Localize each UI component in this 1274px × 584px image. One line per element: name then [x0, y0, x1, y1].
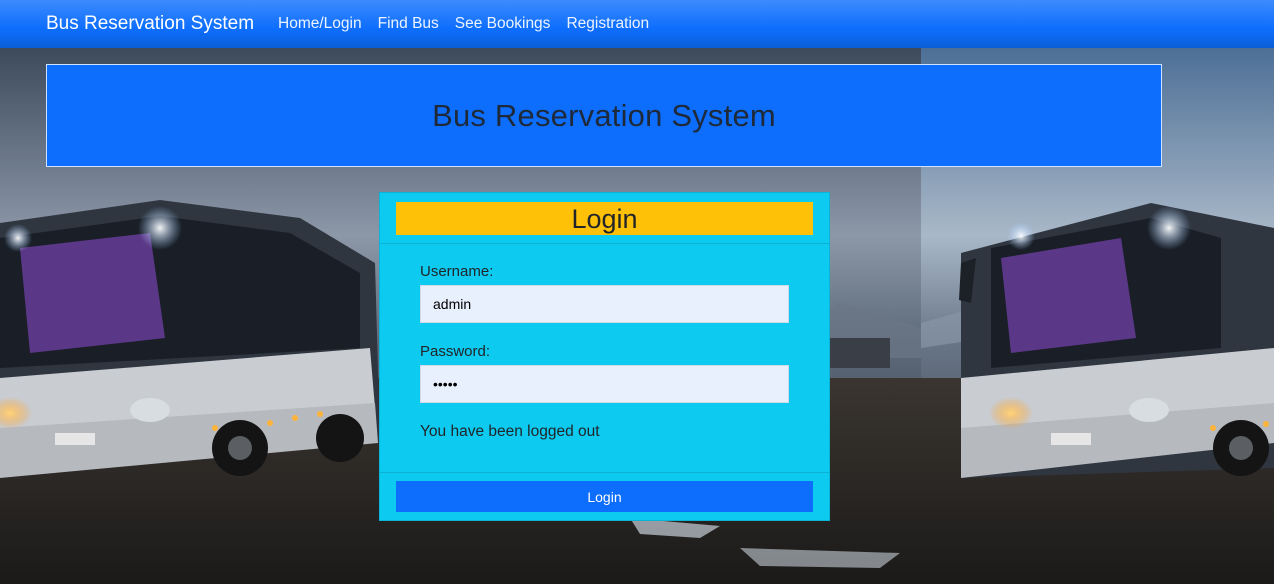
password-label: Password:: [420, 343, 491, 360]
nav-link-see-bookings[interactable]: See Bookings: [455, 15, 551, 33]
page-banner: Bus Reservation System: [46, 64, 1162, 167]
nav-link-registration[interactable]: Registration: [566, 15, 649, 33]
login-card: Login Username: Password: You have been …: [379, 192, 830, 521]
nav-links: Home/Login Find Bus See Bookings Registr…: [278, 15, 665, 33]
logout-status-message: You have been logged out: [420, 423, 600, 440]
navbar-brand[interactable]: Bus Reservation System: [46, 13, 254, 35]
login-card-header: Login: [380, 193, 829, 244]
nav-link-find-bus[interactable]: Find Bus: [378, 15, 439, 33]
username-label: Username:: [420, 263, 494, 280]
page-title: Bus Reservation System: [432, 97, 776, 133]
nav-link-home-login[interactable]: Home/Login: [278, 15, 362, 33]
login-form: Username: Password: You have been logged…: [380, 244, 829, 473]
login-card-title: Login: [396, 202, 813, 235]
top-navbar: Bus Reservation System Home/Login Find B…: [0, 0, 1274, 48]
username-input[interactable]: [420, 285, 789, 323]
login-button[interactable]: Login: [396, 481, 813, 512]
password-input[interactable]: [420, 365, 789, 403]
login-card-footer: Login: [380, 473, 829, 512]
